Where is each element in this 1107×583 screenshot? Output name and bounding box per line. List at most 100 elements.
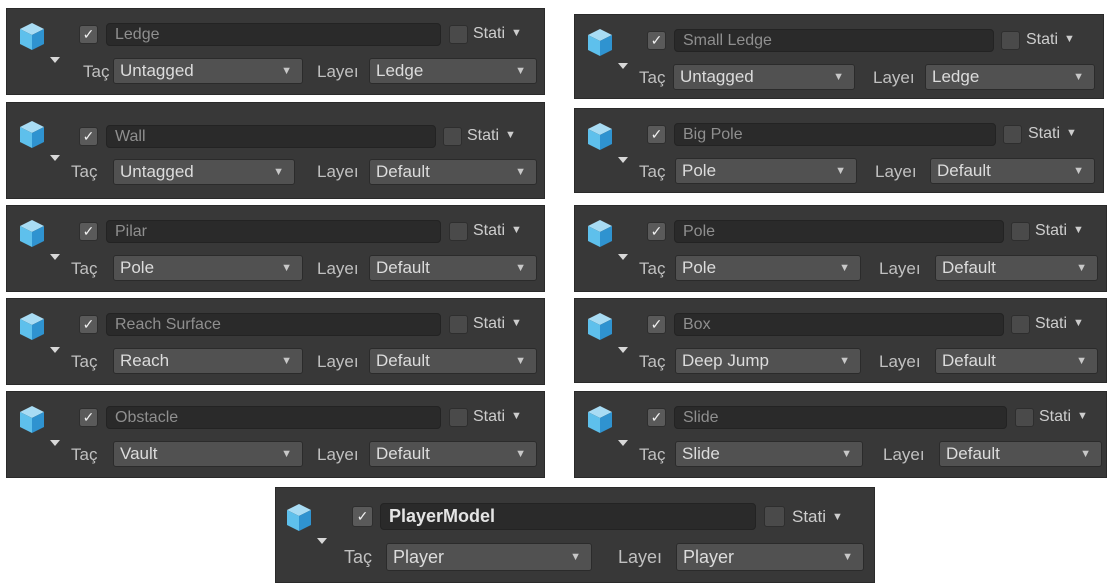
- dropdown-arrow-icon: ▼: [1073, 71, 1084, 83]
- static-dropdown[interactable]: Stati ▼: [473, 406, 522, 429]
- layer-dropdown[interactable]: Ledge ▼: [925, 64, 1095, 90]
- layer-dropdown[interactable]: Default ▼: [935, 348, 1098, 374]
- static-checkbox[interactable]: [1003, 125, 1022, 144]
- layer-dropdown[interactable]: Default ▼: [369, 159, 537, 185]
- static-dropdown[interactable]: Stati ▼: [1039, 406, 1088, 429]
- object-name-field[interactable]: Pole: [674, 220, 1004, 243]
- object-name-field[interactable]: Pilar: [106, 220, 441, 243]
- gameobject-cube-icon[interactable]: [17, 216, 61, 264]
- gameobject-cube-icon[interactable]: [585, 119, 629, 167]
- gameobject-cube-icon[interactable]: [17, 309, 61, 357]
- layer-dropdown[interactable]: Default ▼: [369, 255, 537, 281]
- inspector-header-big-pole: ✓ Big Pole Stati ▼ Taç Pole ▼ Layeı Defaul…: [574, 108, 1104, 193]
- layer-label: Layeı: [317, 259, 359, 278]
- gameobject-cube-icon[interactable]: [585, 216, 629, 264]
- active-checkbox[interactable]: ✓: [352, 506, 373, 527]
- object-name-field[interactable]: Ledge: [106, 23, 441, 46]
- gameobject-cube-icon[interactable]: [585, 402, 629, 450]
- layer-dropdown[interactable]: Player ▼: [676, 543, 864, 571]
- object-name-field[interactable]: Big Pole: [674, 123, 996, 146]
- dropdown-arrow-icon: ▼: [515, 448, 526, 460]
- gameobject-cube-icon[interactable]: [17, 19, 61, 67]
- layer-value: Ledge: [932, 67, 980, 86]
- tag-label: Taç: [639, 259, 666, 278]
- static-label: Stati: [1028, 125, 1061, 142]
- layer-label: Layeı: [317, 162, 359, 181]
- static-dropdown[interactable]: Stati ▼: [473, 313, 522, 336]
- caret-down-icon: ▼: [832, 511, 843, 523]
- gameobject-cube-icon[interactable]: [17, 117, 61, 165]
- layer-value: Default: [942, 351, 996, 370]
- tag-dropdown[interactable]: Vault ▼: [113, 441, 303, 467]
- static-label: Stati: [1035, 315, 1068, 332]
- tag-label: Taç: [344, 547, 373, 567]
- static-checkbox[interactable]: [1011, 315, 1030, 334]
- active-checkbox[interactable]: ✓: [647, 315, 666, 334]
- static-checkbox[interactable]: [449, 222, 468, 241]
- tag-dropdown[interactable]: Pole ▼: [113, 255, 303, 281]
- static-checkbox[interactable]: [1011, 222, 1030, 241]
- static-dropdown[interactable]: Stati ▼: [473, 23, 522, 46]
- tag-value: Pole: [120, 258, 155, 277]
- object-name-field[interactable]: Reach Surface: [106, 313, 441, 336]
- layer-value: Default: [942, 258, 996, 277]
- active-checkbox[interactable]: ✓: [647, 408, 666, 427]
- tag-dropdown[interactable]: Untagged ▼: [673, 64, 855, 90]
- tag-value: Pole: [682, 161, 717, 180]
- layer-dropdown[interactable]: Default ▼: [930, 158, 1095, 184]
- layer-dropdown[interactable]: Default ▼: [369, 441, 537, 467]
- tag-dropdown[interactable]: Untagged ▼: [113, 159, 295, 185]
- tag-dropdown[interactable]: Untagged ▼: [113, 58, 303, 84]
- active-checkbox[interactable]: ✓: [647, 125, 666, 144]
- active-checkbox[interactable]: ✓: [79, 315, 98, 334]
- static-checkbox[interactable]: [1001, 31, 1020, 50]
- tag-dropdown[interactable]: Player ▼: [386, 543, 592, 571]
- gameobject-cube-icon[interactable]: [585, 309, 629, 357]
- static-dropdown[interactable]: Stati ▼: [473, 220, 522, 243]
- gameobject-cube-icon[interactable]: [284, 500, 328, 548]
- inspector-header-wall: ✓ Wall Stati ▼ Taç Untagged ▼ Layeı Defaul…: [6, 102, 545, 199]
- object-name-field[interactable]: Wall: [106, 125, 436, 148]
- tag-dropdown[interactable]: Deep Jump ▼: [675, 348, 861, 374]
- caret-down-icon: ▼: [1064, 33, 1075, 45]
- static-checkbox[interactable]: [449, 25, 468, 44]
- static-dropdown[interactable]: Stati ▼: [1035, 313, 1084, 336]
- static-checkbox[interactable]: [1015, 408, 1034, 427]
- tag-dropdown[interactable]: Pole ▼: [675, 158, 857, 184]
- static-checkbox[interactable]: [449, 315, 468, 334]
- tag-dropdown[interactable]: Reach ▼: [113, 348, 303, 374]
- layer-dropdown[interactable]: Default ▼: [935, 255, 1098, 281]
- static-dropdown[interactable]: Stati ▼: [1028, 123, 1077, 146]
- object-name-field[interactable]: PlayerModel: [380, 503, 756, 530]
- active-checkbox[interactable]: ✓: [79, 222, 98, 241]
- gameobject-cube-icon[interactable]: [17, 402, 61, 450]
- layer-value: Player: [683, 547, 735, 567]
- object-name-field[interactable]: Small Ledge: [674, 29, 994, 52]
- object-name-field[interactable]: Obstacle: [106, 406, 441, 429]
- inspector-header-playermodel: ✓ PlayerModel Stati ▼ Taç Player ▼ Layeı P…: [275, 487, 875, 583]
- static-dropdown[interactable]: Stati ▼: [1035, 220, 1084, 243]
- dropdown-arrow-icon: ▼: [281, 262, 292, 274]
- static-checkbox[interactable]: [449, 408, 468, 427]
- static-checkbox[interactable]: [764, 506, 785, 527]
- active-checkbox[interactable]: ✓: [79, 25, 98, 44]
- object-name-field[interactable]: Box: [674, 313, 1004, 336]
- static-label: Stati: [473, 25, 506, 42]
- active-checkbox[interactable]: ✓: [647, 31, 666, 50]
- caret-down-icon: ▼: [511, 410, 522, 422]
- dropdown-arrow-icon: ▼: [515, 166, 526, 178]
- active-checkbox[interactable]: ✓: [79, 408, 98, 427]
- gameobject-cube-icon[interactable]: [585, 25, 629, 73]
- layer-dropdown[interactable]: Default ▼: [369, 348, 537, 374]
- tag-dropdown[interactable]: Slide ▼: [675, 441, 863, 467]
- static-dropdown[interactable]: Stati ▼: [1026, 29, 1075, 52]
- layer-dropdown[interactable]: Default ▼: [939, 441, 1102, 467]
- layer-dropdown[interactable]: Ledge ▼: [369, 58, 537, 84]
- static-checkbox[interactable]: [443, 127, 462, 146]
- tag-dropdown[interactable]: Pole ▼: [675, 255, 861, 281]
- static-dropdown[interactable]: Stati ▼: [792, 506, 843, 530]
- object-name-field[interactable]: Slide: [674, 406, 1007, 429]
- static-dropdown[interactable]: Stati ▼: [467, 125, 516, 148]
- active-checkbox[interactable]: ✓: [647, 222, 666, 241]
- active-checkbox[interactable]: ✓: [79, 127, 98, 146]
